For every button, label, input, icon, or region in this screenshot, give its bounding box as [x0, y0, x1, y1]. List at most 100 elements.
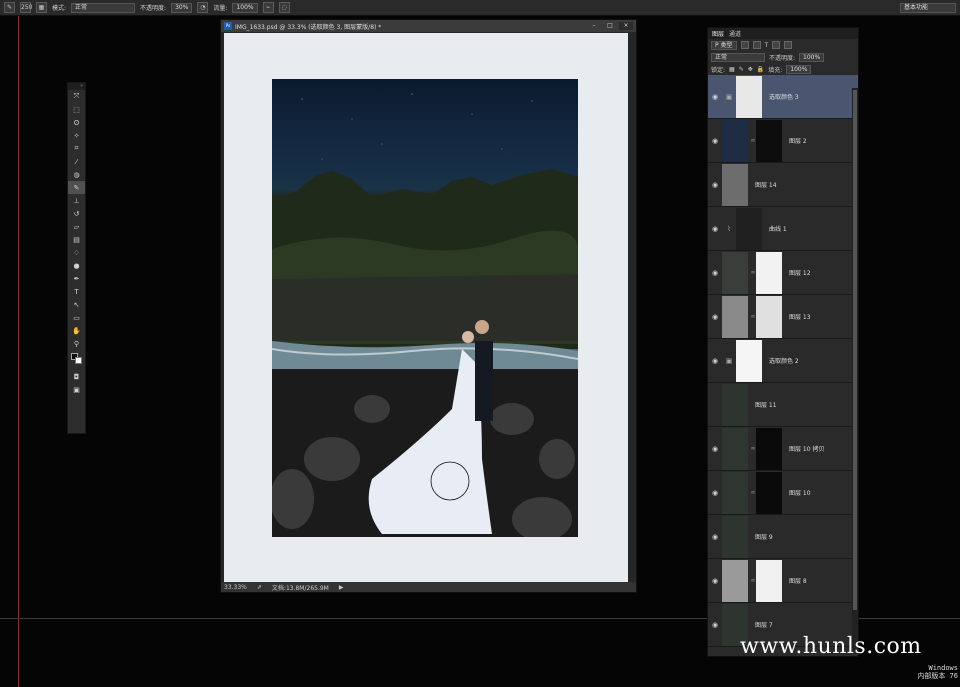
layer-row[interactable]: ◉ ∞ 图层 10 — [708, 471, 858, 515]
blend-mode-dropdown[interactable]: 正常 — [711, 52, 765, 62]
layer-mask-thumbnail[interactable] — [756, 559, 782, 602]
tab-layers[interactable]: 图层 — [712, 29, 724, 38]
eraser-tool-icon[interactable]: ▱ — [68, 220, 85, 233]
path-select-tool-icon[interactable]: ↖ — [68, 298, 85, 311]
layer-thumbnail[interactable] — [722, 559, 748, 602]
zoom-level[interactable]: 33.33% — [224, 584, 247, 591]
fill-field[interactable]: 100% — [786, 64, 812, 74]
export-icon[interactable]: ⇗ — [257, 584, 262, 591]
canvas-area[interactable] — [224, 33, 628, 585]
maximize-icon[interactable]: □ — [603, 22, 617, 30]
shape-tool-icon[interactable]: ▭ — [68, 311, 85, 324]
smart-object-filter-icon[interactable] — [784, 41, 793, 49]
lock-transparency-icon[interactable]: ▦ — [729, 66, 735, 73]
lock-all-icon[interactable]: 🔒 — [757, 66, 764, 73]
layer-row[interactable]: ◉ 图层 9 — [708, 515, 858, 559]
background-color-swatch[interactable] — [75, 357, 82, 364]
layer-row[interactable]: ◉ ∞ 图层 13 — [708, 295, 858, 339]
lasso-tool-icon[interactable]: ʘ — [68, 116, 85, 129]
layer-thumbnail[interactable] — [722, 471, 748, 514]
type-filter-icon[interactable]: T — [765, 42, 769, 49]
healing-brush-tool-icon[interactable]: ◍ — [68, 168, 85, 181]
kind-filter-dropdown[interactable]: P 类型 — [711, 40, 737, 50]
dodge-tool-icon[interactable]: ● — [68, 259, 85, 272]
gradient-tool-icon[interactable]: ▤ — [68, 233, 85, 246]
quick-select-tool-icon[interactable]: ✧ — [68, 129, 85, 142]
layer-thumbnail[interactable] — [722, 515, 748, 558]
eye-icon[interactable]: ◉ — [708, 225, 722, 233]
close-icon[interactable]: × — [619, 22, 633, 30]
brush-tool-icon-active[interactable]: ✎ — [68, 181, 85, 194]
eye-icon[interactable]: ◉ — [708, 489, 722, 497]
layer-mask-thumbnail[interactable] — [756, 471, 782, 514]
scrollbar-thumb[interactable] — [853, 90, 857, 610]
eye-icon[interactable]: ◉ — [708, 357, 722, 365]
eyedropper-tool-icon[interactable]: ⁄ — [68, 155, 85, 168]
layer-mask-thumbnail[interactable] — [756, 295, 782, 338]
layer-mask-thumbnail[interactable] — [736, 207, 762, 250]
minimize-icon[interactable]: – — [587, 22, 601, 30]
marquee-tool-icon[interactable]: ⬚ — [68, 103, 85, 116]
layer-mask-thumbnail[interactable] — [736, 339, 762, 382]
layer-thumbnail[interactable] — [722, 119, 748, 162]
type-tool-icon[interactable]: T — [68, 285, 85, 298]
quick-mask-icon[interactable]: ◘ — [68, 370, 85, 383]
layer-row[interactable]: ◉ ∞ 图层 10 拷贝 — [708, 427, 858, 471]
layer-row[interactable]: ◉ ∞ 图层 8 — [708, 559, 858, 603]
eye-icon[interactable]: ◉ — [708, 269, 722, 277]
brush-tool-icon[interactable]: ✎ — [4, 2, 15, 13]
airbrush-icon[interactable]: ⌁ — [262, 2, 274, 13]
history-brush-tool-icon[interactable]: ↺ — [68, 207, 85, 220]
layer-row[interactable]: ◉ ▣ 选取颜色 2 — [708, 339, 858, 383]
flow-field[interactable]: 100% — [232, 2, 258, 13]
hand-tool-icon[interactable]: ✋ — [68, 324, 85, 337]
layer-row[interactable]: ◉ ▣ 选取颜色 3 — [708, 75, 858, 119]
pressure-size-icon[interactable]: ◌ — [278, 2, 290, 13]
adjustment-filter-icon[interactable] — [752, 41, 761, 49]
workspace-dropdown[interactable]: 基本功能 — [900, 3, 956, 13]
eye-icon[interactable]: ◉ — [708, 445, 722, 453]
color-swatches[interactable] — [68, 350, 85, 370]
pressure-opacity-icon[interactable]: ◔ — [197, 2, 209, 13]
brush-panel-icon[interactable]: ▦ — [36, 2, 47, 13]
pen-tool-icon[interactable]: ✒ — [68, 272, 85, 285]
eye-icon[interactable]: ◉ — [708, 313, 722, 321]
layer-thumbnail[interactable] — [722, 383, 748, 426]
lock-pixels-icon[interactable]: ✎ — [739, 66, 744, 73]
crop-tool-icon[interactable]: ⌗ — [68, 142, 85, 155]
layer-row[interactable]: ◉ ⌇ 曲线 1 — [708, 207, 858, 251]
layer-thumbnail[interactable] — [722, 295, 748, 338]
eye-icon[interactable]: ◉ — [708, 621, 722, 629]
tools-panel-collapse-icon[interactable]: » — [68, 83, 85, 90]
status-arrow-icon[interactable]: ▶ — [339, 584, 344, 591]
eye-icon[interactable]: ◉ — [708, 93, 722, 101]
tab-channels[interactable]: 通道 — [729, 29, 741, 38]
document-tab[interactable]: Ps IMG_1633.psd @ 33.3% (选取颜色 3, 图层蒙版/8)… — [221, 20, 636, 32]
layer-row[interactable]: 图层 11 — [708, 383, 858, 427]
lock-position-icon[interactable]: ✥ — [748, 66, 753, 73]
layer-mask-thumbnail[interactable] — [756, 251, 782, 294]
clone-stamp-tool-icon[interactable]: ⊥ — [68, 194, 85, 207]
shape-filter-icon[interactable] — [772, 41, 781, 49]
layer-thumbnail[interactable] — [722, 427, 748, 470]
pixel-filter-icon[interactable] — [740, 41, 749, 49]
layer-thumbnail[interactable] — [722, 251, 748, 294]
screen-mode-icon[interactable]: ▣ — [68, 383, 85, 396]
move-tool-icon[interactable]: ⤧ — [68, 90, 85, 103]
eye-icon[interactable]: ◉ — [708, 533, 722, 541]
eye-icon[interactable]: ◉ — [708, 577, 722, 585]
zoom-tool-icon[interactable]: ⚲ — [68, 337, 85, 350]
eye-icon[interactable]: ◉ — [708, 137, 722, 145]
layer-mask-thumbnail[interactable] — [756, 427, 782, 470]
layer-mask-thumbnail[interactable] — [756, 119, 782, 162]
layer-row[interactable]: ◉ ∞ 图层 12 — [708, 251, 858, 295]
layer-opacity-field[interactable]: 100% — [799, 52, 825, 62]
layers-scrollbar[interactable] — [852, 88, 858, 653]
blur-tool-icon[interactable]: ♢ — [68, 246, 85, 259]
eye-icon[interactable]: ◉ — [708, 181, 722, 189]
layer-thumbnail[interactable] — [722, 163, 748, 206]
mode-dropdown[interactable]: 正常 — [71, 2, 136, 13]
brush-size-icon[interactable]: 250 — [20, 2, 32, 13]
layer-row[interactable]: ◉ 图层 14 — [708, 163, 858, 207]
layer-mask-thumbnail[interactable] — [736, 75, 762, 118]
